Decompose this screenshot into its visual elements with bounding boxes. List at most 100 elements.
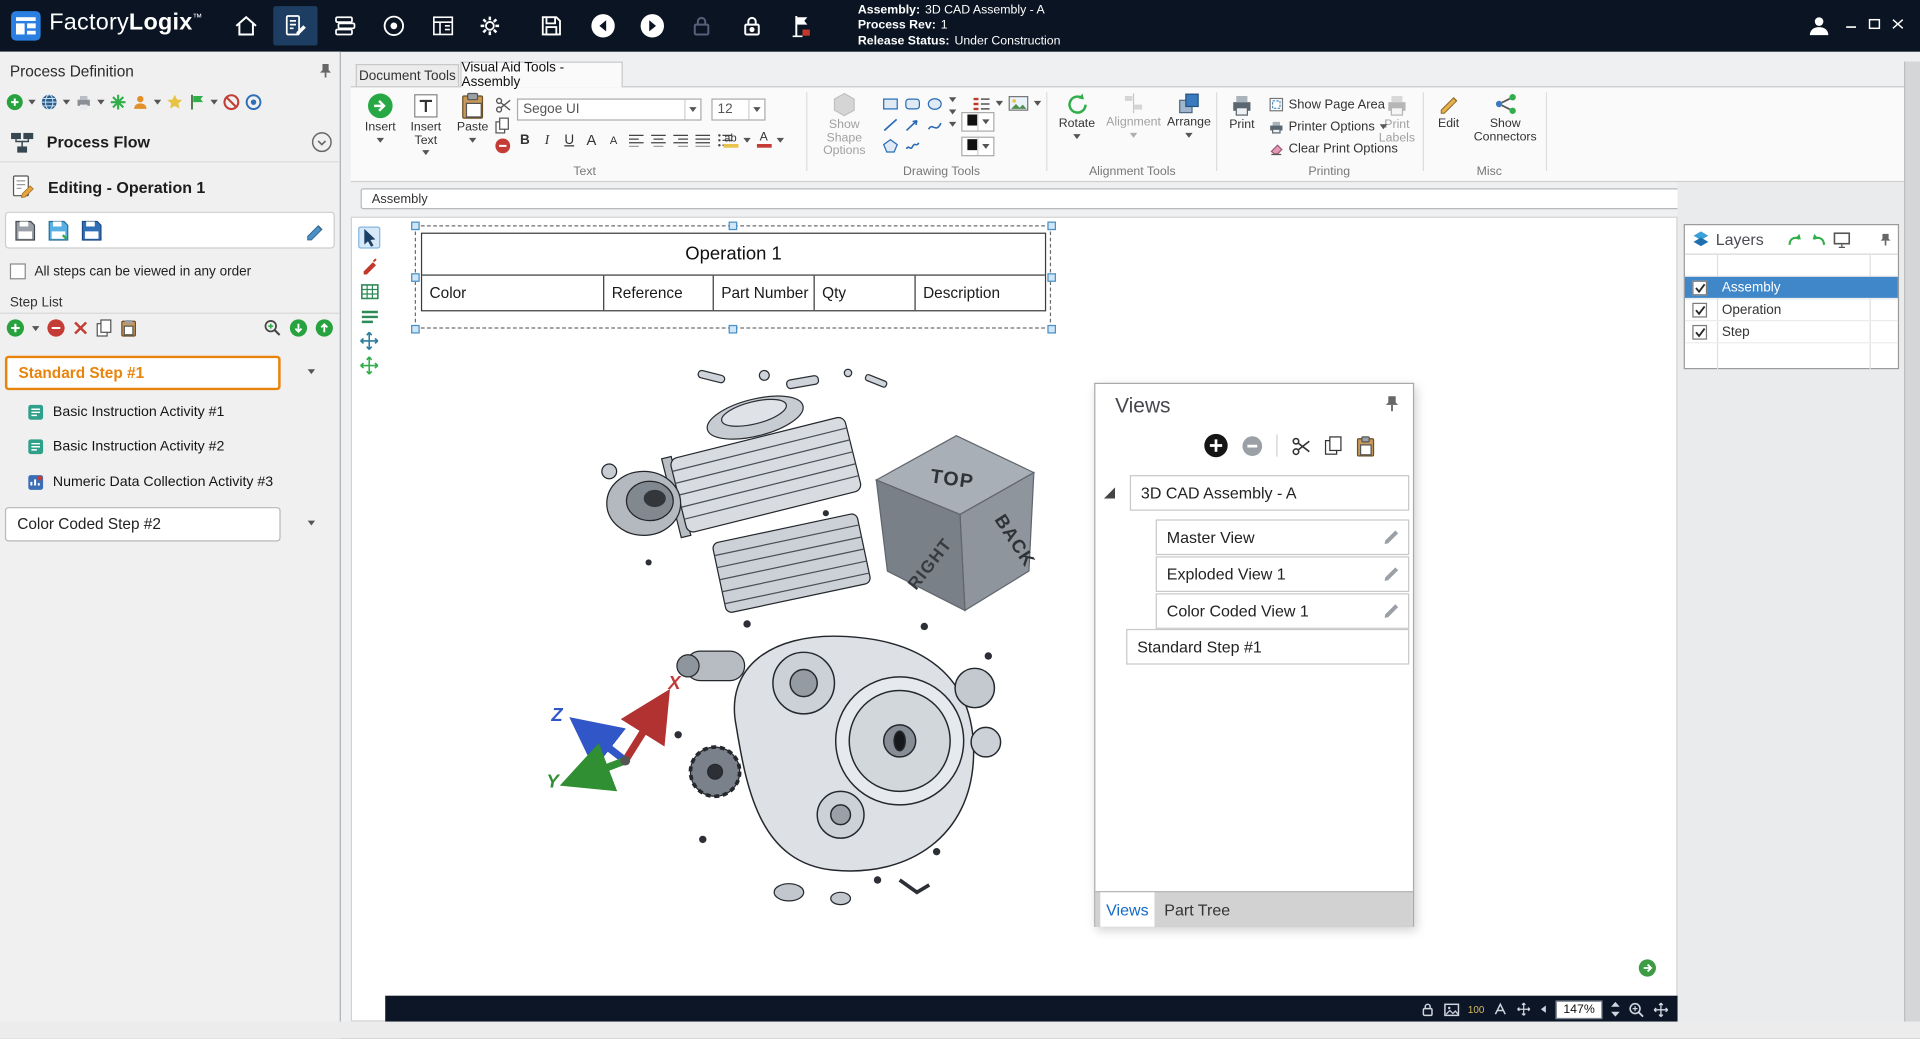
align-center-button[interactable] [647,129,668,150]
save-operation-icon[interactable] [14,218,37,241]
tab-views[interactable]: Views [1100,892,1154,926]
collapse-chevron-icon[interactable] [311,132,332,153]
ellipse-shape-icon[interactable] [924,95,945,113]
zoom-level-input[interactable]: 147% [1556,1000,1603,1018]
selection-handle[interactable] [1047,273,1056,282]
print-icon[interactable] [75,94,92,111]
activity-item[interactable]: Numeric Data Collection Activity #3 [27,470,273,495]
selection-handle[interactable] [728,221,737,230]
globe-icon[interactable] [41,94,58,111]
pan-tool-icon[interactable] [1653,1001,1669,1017]
paste-view-icon[interactable] [1356,435,1374,456]
target-icon[interactable] [245,94,262,111]
rounded-rectangle-shape-icon[interactable] [902,95,923,113]
step-expander-icon[interactable] [308,369,315,374]
line-style-icon[interactable] [972,95,990,111]
save-copy-icon[interactable] [47,218,70,241]
minimize-button[interactable] [1841,16,1861,32]
table-tool-icon[interactable] [358,281,380,303]
selection-handle[interactable] [1047,221,1056,230]
insert-text-button[interactable]: Insert Text [402,92,449,155]
pin-icon[interactable] [1383,394,1400,412]
selection-handle[interactable] [728,324,737,333]
move-layer-up-icon[interactable] [1786,231,1804,247]
back-icon[interactable] [581,6,625,45]
delete-step-icon[interactable] [73,320,89,336]
document-name-bar[interactable]: Assembly [361,188,1845,209]
remove-step-icon[interactable] [47,319,65,337]
transform-tool-icon[interactable] [358,354,380,376]
step-item-standard-step-1[interactable]: Standard Step #1 [5,356,281,390]
font-size-select[interactable]: 12 [711,98,765,120]
cut-icon[interactable] [495,96,512,113]
lock-canvas-icon[interactable] [1420,1002,1435,1017]
display-icon[interactable] [1833,231,1851,248]
release-flag-icon[interactable] [779,6,823,45]
remove-view-icon[interactable] [1242,435,1263,456]
underline-button[interactable]: U [559,129,580,150]
tree-item-exploded-view[interactable]: Exploded View 1 [1156,556,1410,592]
delete-icon[interactable] [495,138,511,154]
font-color-button[interactable]: A [753,129,774,150]
printer-options-button[interactable]: Printer Options [1269,119,1387,134]
activity-item[interactable]: Basic Instruction Activity #1 [27,400,224,425]
save-icon[interactable] [529,6,573,45]
tree-root-item[interactable]: 3D CAD Assembly - A [1130,475,1409,511]
curve-shape-icon[interactable] [924,116,945,134]
copy-step-icon[interactable] [96,319,113,337]
tree-item-standard-step[interactable]: Standard Step #1 [1126,629,1409,665]
user-badge-icon[interactable] [132,94,149,111]
freeform-shape-icon[interactable] [902,137,923,155]
rectangle-shape-icon[interactable] [880,95,901,113]
layer-row-operation[interactable]: Operation [1685,299,1898,321]
shape-row-expander-icon[interactable] [949,122,956,127]
selection-handle[interactable] [410,273,419,282]
selection-handle[interactable] [1047,324,1056,333]
save-template-icon[interactable] [80,218,103,241]
layer-checkbox[interactable] [1692,324,1707,339]
copy-icon[interactable] [495,117,511,134]
bold-button[interactable]: B [514,129,535,150]
font-family-select[interactable]: Segoe UI [517,98,702,120]
polygon-shape-icon[interactable] [880,137,901,155]
rotate-button[interactable]: Rotate [1055,92,1099,138]
pin-icon[interactable] [1878,231,1893,247]
align-tool-icon[interactable] [358,305,380,327]
fit-view-icon[interactable] [1638,959,1656,977]
tree-expander-icon[interactable] [1104,487,1115,498]
activity-item[interactable]: Basic Instruction Activity #2 [27,434,224,459]
paste-step-icon[interactable] [121,319,137,337]
show-connectors-button[interactable]: Show Connectors [1473,92,1537,144]
maximize-button[interactable] [1865,16,1885,32]
selection-handle[interactable] [410,221,419,230]
star-icon[interactable] [166,94,183,111]
arrow-shape-icon[interactable] [902,116,923,134]
print-button[interactable]: Print [1222,92,1261,132]
design-canvas[interactable]: Operation 1 Color Reference Part Number … [351,217,1678,1022]
move-step-down-icon[interactable] [289,319,307,337]
justify-button[interactable] [692,129,713,150]
settings-gear-icon[interactable] [468,6,512,45]
burst-icon[interactable] [110,94,127,111]
edit-view-icon[interactable] [1383,529,1400,545]
tab-part-tree[interactable]: Part Tree [1164,892,1230,926]
add-step-icon[interactable] [6,319,24,337]
zoom-in-icon[interactable] [1628,1001,1644,1017]
snapshot-icon[interactable] [1443,1002,1459,1016]
stroke-color-select[interactable] [961,112,994,132]
tab-document-tools[interactable]: Document Tools [356,64,459,87]
user-icon[interactable] [1797,6,1841,45]
move-step-up-icon[interactable] [315,319,333,337]
add-icon[interactable] [6,94,23,111]
find-step-icon[interactable] [263,319,281,337]
tree-item-master-view[interactable]: Master View [1156,519,1410,555]
annotate-tool-icon[interactable] [358,254,380,276]
layer-checkbox[interactable] [1692,280,1707,295]
add-view-icon[interactable] [1204,433,1229,458]
zoom-spinner[interactable] [1611,1002,1620,1017]
disc-icon[interactable] [372,6,416,45]
home-icon[interactable] [224,6,268,45]
grow-font-button[interactable]: A [581,129,602,150]
italic-button[interactable]: I [537,129,558,150]
edit-operation-icon[interactable] [304,219,326,241]
